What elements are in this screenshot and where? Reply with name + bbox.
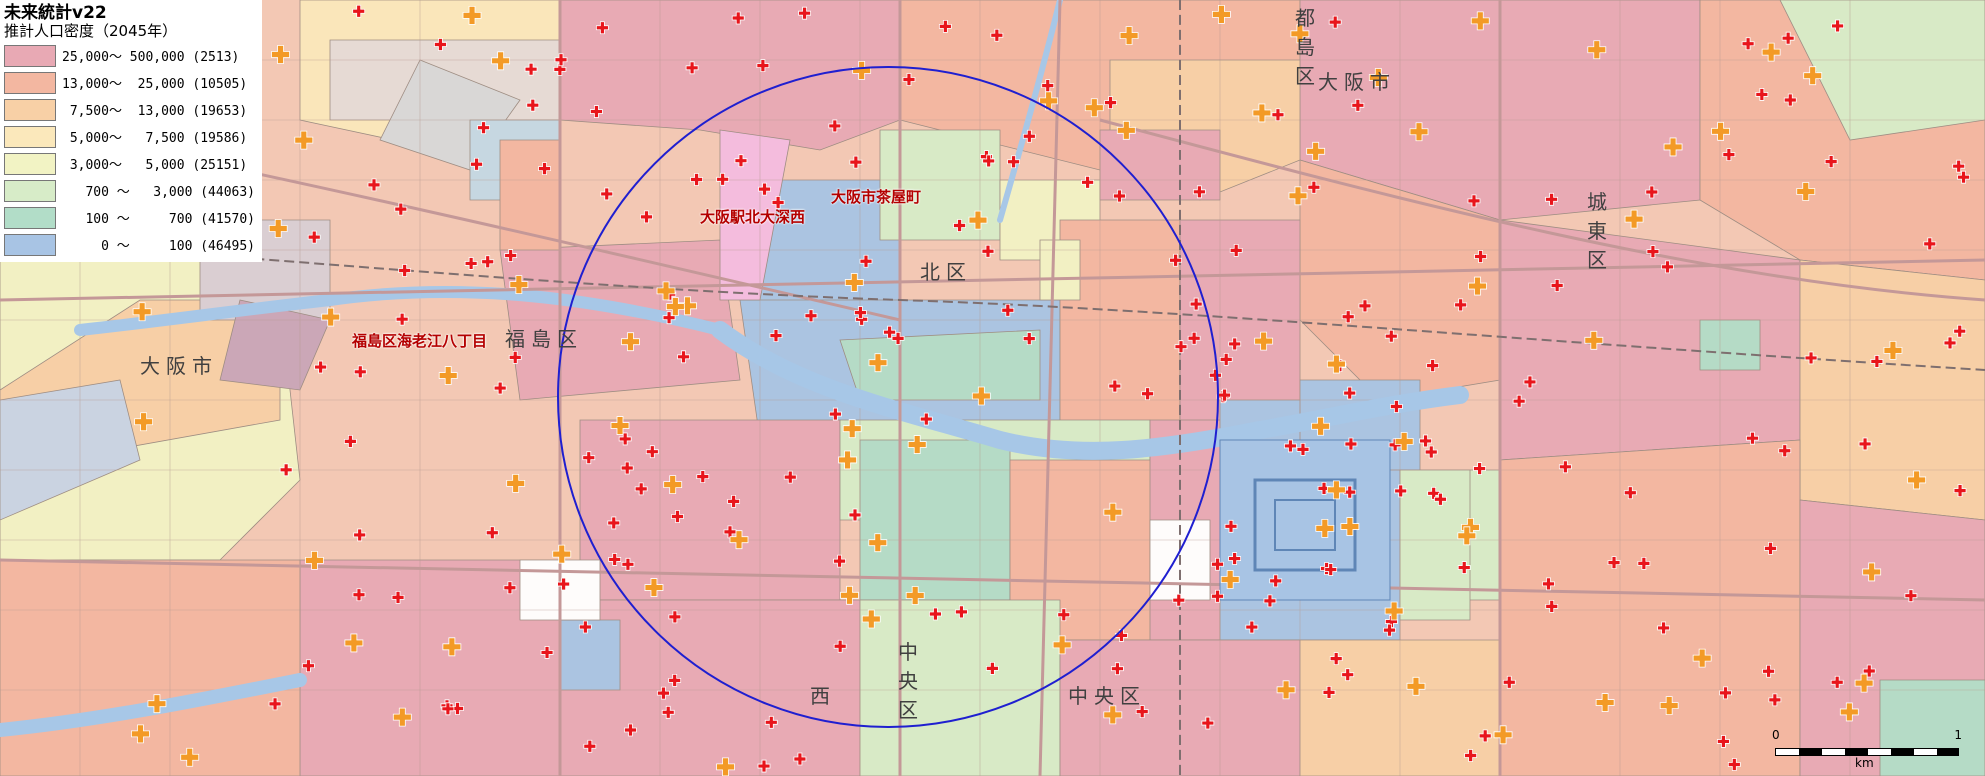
label-fukushima-ku: 福島区 <box>505 327 583 351</box>
legend-row: 13,000～ 25,000 (10505) <box>4 69 258 96</box>
label-chuo-ku-right: 中央区 <box>1068 684 1146 708</box>
osaka-castle-park <box>1219 439 1391 601</box>
legend-row: 100 ～ 700 (41570) <box>4 204 258 231</box>
scale-bar: 0 1 km <box>1772 728 1962 770</box>
label-joto-ku: 城東区 <box>1587 190 1607 272</box>
legend-row: 5,000～ 7,500 (19586) <box>4 123 258 150</box>
label-fukushima-ebie: 福島区海老江八丁目 <box>352 332 488 350</box>
legend-swatch <box>4 71 56 94</box>
legend-swatch <box>4 233 56 256</box>
legend-row: 7,500～ 13,000 (19653) <box>4 96 258 123</box>
legend-swatch <box>4 44 56 67</box>
label-miyakojima-ku: 都島区 <box>1295 6 1315 88</box>
legend-range: 7,500～ 13,000 (19653) <box>62 104 248 119</box>
legend-row: 25,000～ 500,000 (2513) <box>4 42 258 69</box>
label-osaka-city-left: 大阪市 <box>140 354 218 378</box>
legend-swatch <box>4 179 56 202</box>
scale-bar-graphic <box>1775 748 1959 756</box>
legend-row: 3,000～ 5,000 (25151) <box>4 150 258 177</box>
label-osaka-station-kita: 大阪駅北大深西 <box>700 208 806 226</box>
label-nishi: 西 <box>810 684 836 708</box>
label-chuo-ku-center: 中央区 <box>898 640 918 722</box>
legend-swatch <box>4 152 56 175</box>
legend-range: 25,000～ 500,000 (2513) <box>62 50 240 65</box>
legend-title: 未来統計v22 <box>4 3 107 23</box>
legend-subtitle: 推計人口密度（2045年） <box>4 22 178 40</box>
label-chayamachi: 大阪市茶屋町 <box>831 188 922 206</box>
legend-range: 13,000～ 25,000 (10505) <box>62 77 248 92</box>
population-density-map[interactable] <box>0 0 1985 776</box>
scale-zero: 0 <box>1772 728 1780 742</box>
legend-swatch <box>4 98 56 121</box>
scale-unit: km <box>1855 756 1874 770</box>
legend: 未来統計v22 推計人口密度（2045年） 25,000～ 500,000 (2… <box>0 0 262 262</box>
legend-range: 0 ～ 100 (46495) <box>62 239 256 254</box>
legend-swatch <box>4 206 56 229</box>
scale-one: 1 <box>1954 728 1962 742</box>
label-osaka-city-right: 大阪市 <box>1318 70 1396 94</box>
label-kita-ku: 北区 <box>920 260 972 284</box>
legend-range: 100 ～ 700 (41570) <box>62 212 256 227</box>
legend-range: 3,000～ 5,000 (25151) <box>62 158 248 173</box>
legend-row: 0 ～ 100 (46495) <box>4 231 258 258</box>
legend-range: 700 ～ 3,000 (44063) <box>62 185 256 200</box>
legend-swatch <box>4 125 56 148</box>
legend-range: 5,000～ 7,500 (19586) <box>62 131 248 146</box>
legend-rows: 25,000～ 500,000 (2513) 13,000～ 25,000 (10… <box>4 42 258 258</box>
legend-row: 700 ～ 3,000 (44063) <box>4 177 258 204</box>
